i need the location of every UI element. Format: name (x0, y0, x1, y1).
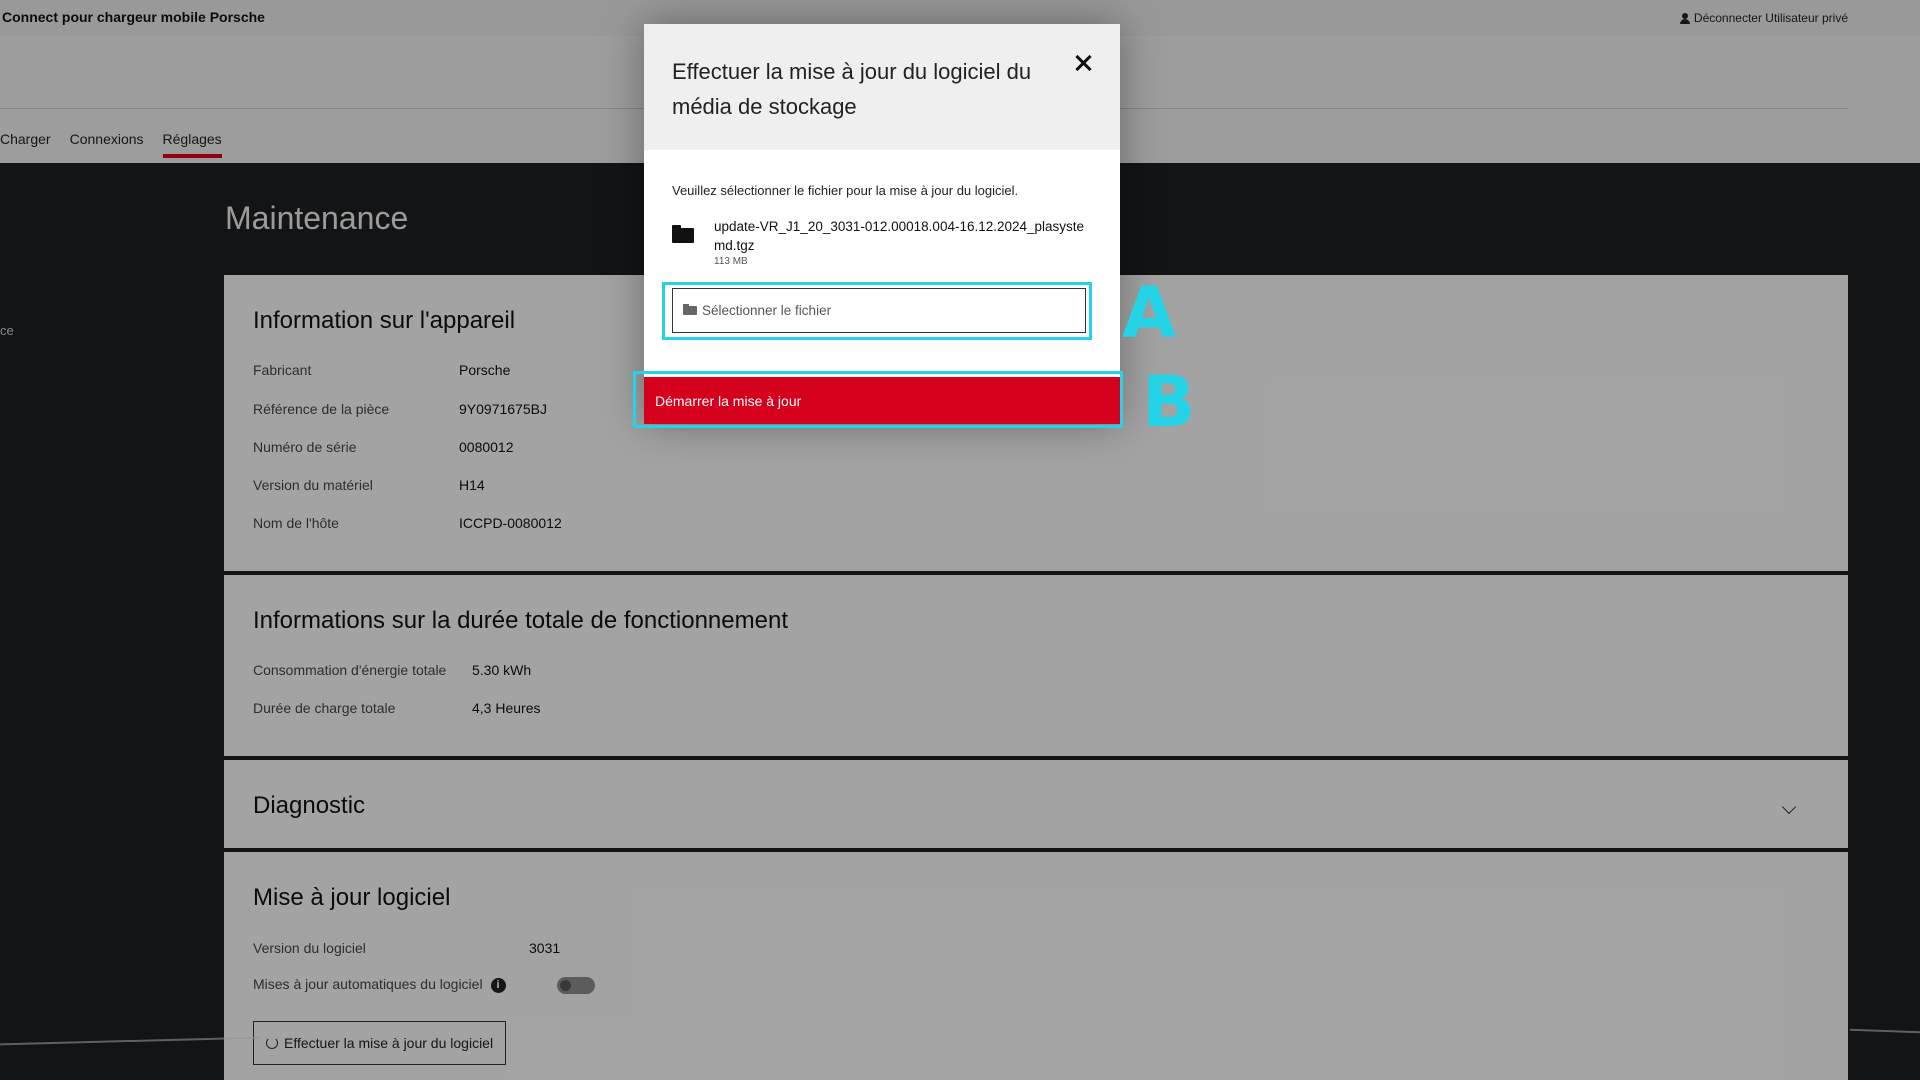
annotation-label-b: B (1142, 361, 1196, 443)
modal-description: Veuillez sélectionner le fichier pour la… (672, 183, 1019, 198)
update-modal: Effectuer la mise à jour du logiciel du … (644, 24, 1120, 424)
annotation-box-a (662, 282, 1092, 340)
annotation-label-a: A (1122, 272, 1177, 354)
file-size: 113 MB (714, 256, 748, 267)
annotation-box-b (633, 371, 1123, 428)
modal-title: Effectuer la mise à jour du logiciel du … (672, 59, 1032, 119)
file-name: update-VR_J1_20_3031-012.00018.004-16.12… (714, 219, 1085, 253)
folder-icon (672, 225, 694, 243)
close-icon[interactable] (1070, 50, 1096, 76)
modal-header: Effectuer la mise à jour du logiciel du … (644, 24, 1120, 150)
